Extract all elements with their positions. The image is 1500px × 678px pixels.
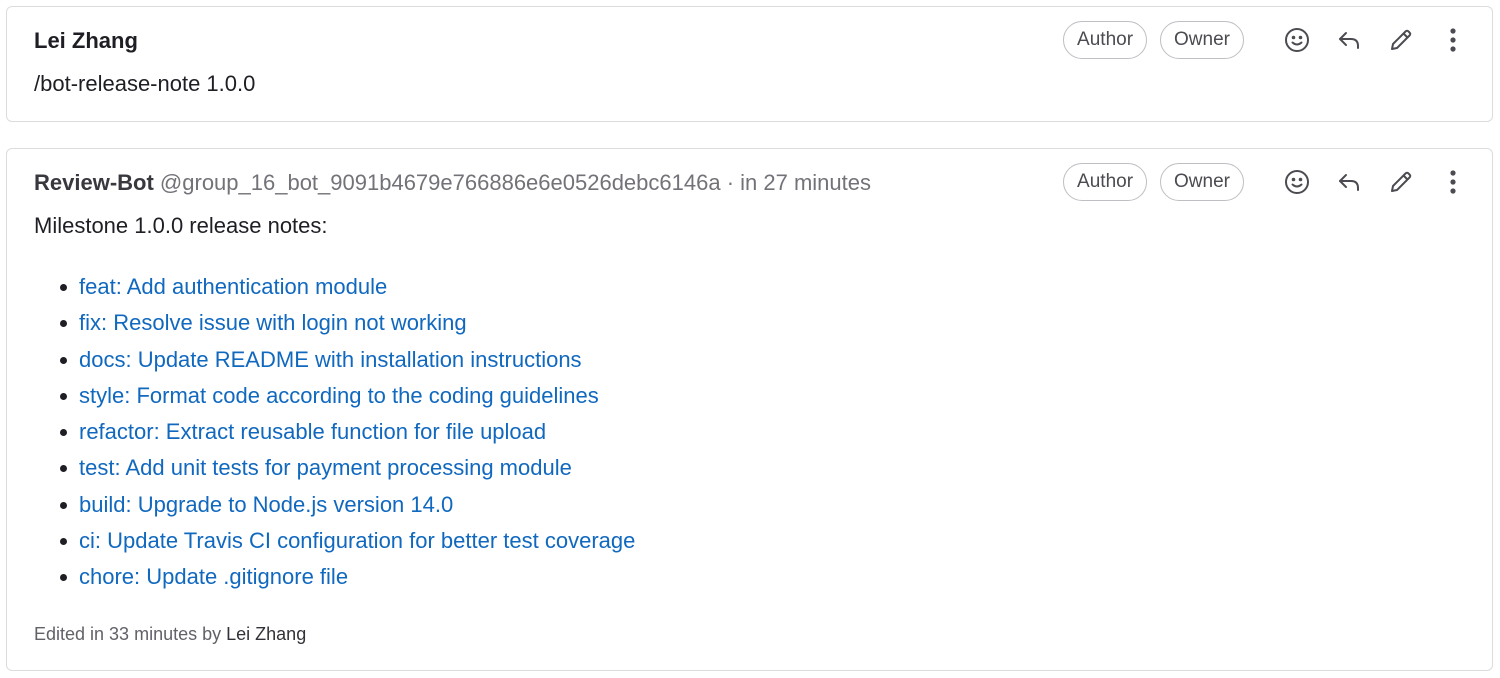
release-item-link[interactable]: docs: Update README with installation in… bbox=[79, 347, 582, 372]
bullet-icon bbox=[60, 284, 67, 291]
pencil-icon[interactable] bbox=[1384, 165, 1418, 199]
list-item: refactor: Extract reusable function for … bbox=[34, 418, 635, 454]
bullet-icon bbox=[60, 356, 67, 364]
pencil-icon[interactable] bbox=[1384, 23, 1418, 57]
note-author-line: Lei Zhang bbox=[34, 28, 138, 54]
list-item: docs: Update README with installation in… bbox=[34, 346, 635, 382]
author-name[interactable]: Review-Bot bbox=[34, 170, 154, 195]
reply-icon[interactable] bbox=[1332, 23, 1366, 57]
more-vertical-icon[interactable] bbox=[1436, 23, 1470, 57]
list-item: chore: Update .gitignore file bbox=[34, 563, 635, 599]
release-item-link[interactable]: feat: Add authentication module bbox=[79, 274, 387, 299]
smile-icon[interactable] bbox=[1280, 23, 1314, 57]
edited-by-user[interactable]: Lei Zhang bbox=[226, 624, 306, 644]
list-item: style: Format code according to the codi… bbox=[34, 382, 635, 418]
release-item-link[interactable]: test: Add unit tests for payment process… bbox=[79, 455, 572, 480]
author-badge: Author bbox=[1063, 21, 1148, 59]
smile-icon[interactable] bbox=[1280, 165, 1314, 199]
release-item-link[interactable]: refactor: Extract reusable function for … bbox=[79, 419, 546, 444]
release-notes-list: feat: Add authentication module fix: Res… bbox=[34, 273, 635, 600]
bullet-icon bbox=[60, 392, 67, 400]
release-item-link[interactable]: ci: Update Travis CI configuration for b… bbox=[79, 528, 635, 553]
list-item: test: Add unit tests for payment process… bbox=[34, 454, 635, 490]
note-actions: Author Owner bbox=[1063, 21, 1470, 59]
bullet-icon bbox=[60, 501, 67, 509]
list-item: ci: Update Travis CI configuration for b… bbox=[34, 527, 635, 563]
author-name[interactable]: Lei Zhang bbox=[34, 28, 138, 53]
more-vertical-icon[interactable] bbox=[1436, 165, 1470, 199]
note-timestamp[interactable]: · in 27 minutes bbox=[727, 170, 871, 195]
note-author-line: Review-Bot @group_16_bot_9091b4679e76688… bbox=[34, 170, 871, 196]
owner-badge: Owner bbox=[1160, 163, 1244, 201]
release-notes-intro: Milestone 1.0.0 release notes: bbox=[34, 213, 328, 238]
author-handle[interactable]: @group_16_bot_9091b4679e766886e6e0526deb… bbox=[160, 170, 721, 195]
comment-note: Lei Zhang /bot-release-note 1.0.0 Author… bbox=[6, 6, 1493, 122]
bullet-icon bbox=[60, 429, 67, 437]
bullet-icon bbox=[60, 320, 67, 328]
list-item: feat: Add authentication module bbox=[34, 273, 635, 309]
release-item-link[interactable]: style: Format code according to the codi… bbox=[79, 383, 599, 408]
edited-prefix: Edited in 33 minutes by bbox=[34, 624, 222, 644]
note-actions: Author Owner bbox=[1063, 163, 1470, 201]
release-item-link[interactable]: chore: Update .gitignore file bbox=[79, 564, 348, 589]
bullet-icon bbox=[60, 574, 67, 582]
edited-info: Edited in 33 minutes by Lei Zhang bbox=[34, 624, 306, 645]
author-badge: Author bbox=[1063, 163, 1148, 201]
list-item: build: Upgrade to Node.js version 14.0 bbox=[34, 491, 635, 527]
comment-note: Review-Bot @group_16_bot_9091b4679e76688… bbox=[6, 148, 1493, 671]
bullet-icon bbox=[60, 465, 67, 473]
reply-icon[interactable] bbox=[1332, 165, 1366, 199]
list-item: fix: Resolve issue with login not workin… bbox=[34, 309, 635, 345]
note-body: /bot-release-note 1.0.0 bbox=[34, 71, 256, 96]
release-item-link[interactable]: fix: Resolve issue with login not workin… bbox=[79, 310, 467, 335]
owner-badge: Owner bbox=[1160, 21, 1244, 59]
release-item-link[interactable]: build: Upgrade to Node.js version 14.0 bbox=[79, 492, 453, 517]
bullet-icon bbox=[60, 538, 67, 546]
